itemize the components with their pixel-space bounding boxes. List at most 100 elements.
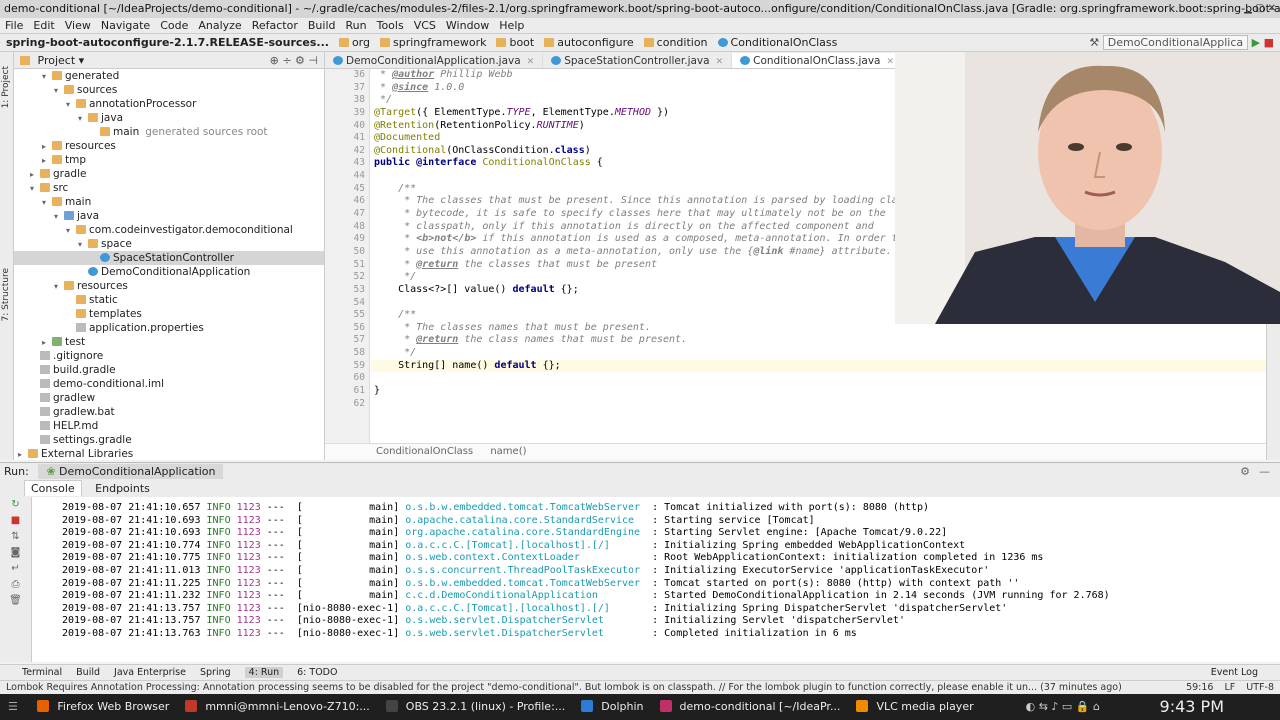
tree-item[interactable]: ▾ sources — [14, 83, 324, 97]
tree-item[interactable]: ▸ resources — [14, 139, 324, 153]
tree-item[interactable]: static — [14, 293, 324, 307]
expand-arrow-icon[interactable]: ▾ — [78, 238, 88, 252]
breadcrumb-item[interactable]: ConditionalOnClass — [717, 36, 837, 49]
tree-item[interactable]: .gitignore — [14, 349, 324, 363]
expand-arrow-icon[interactable]: ▸ — [30, 168, 40, 182]
tree-item[interactable]: application.properties — [14, 321, 324, 335]
menu-item-tools[interactable]: Tools — [372, 19, 409, 32]
menu-item-refactor[interactable]: Refactor — [247, 19, 303, 32]
tree-item[interactable]: ▾ space — [14, 237, 324, 251]
run-toolbar[interactable]: ⚒ DemoConditionalApplica ▶ ■ — [1089, 34, 1274, 51]
tree-item[interactable]: ▾ annotationProcessor — [14, 97, 324, 111]
tree-item[interactable]: main generated sources root — [14, 125, 324, 139]
code-line[interactable] — [371, 398, 1280, 411]
status-message[interactable]: Lombok Requires Annotation Processing: A… — [6, 682, 1122, 693]
run-config-tab[interactable]: ❀ DemoConditionalApplication — [38, 464, 224, 479]
close-icon[interactable]: ✕ — [886, 57, 894, 67]
expand-arrow-icon[interactable]: ▾ — [30, 182, 40, 196]
expand-arrow-icon[interactable]: ▸ — [18, 448, 28, 462]
expand-arrow-icon[interactable]: ▸ — [42, 154, 52, 168]
event-log-button[interactable]: Event Log — [1211, 665, 1258, 680]
hammer-icon[interactable]: ⚒ — [1089, 36, 1099, 49]
menu-item-analyze[interactable]: Analyze — [193, 19, 246, 32]
tool-window-build[interactable]: Build — [76, 667, 100, 678]
chevron-down-icon[interactable]: ▾ — [79, 54, 85, 67]
tool-window-spring[interactable]: Spring — [200, 667, 231, 678]
line-separator[interactable]: LF — [1225, 682, 1236, 693]
menu-item-navigate[interactable]: Navigate — [96, 19, 155, 32]
code-line[interactable]: * @return the class names that must be p… — [371, 334, 1280, 347]
close-icon[interactable]: ✕ — [716, 57, 724, 67]
tree-item[interactable]: settings.gradle — [14, 433, 324, 447]
tree-item[interactable]: SpaceStationController — [14, 251, 324, 265]
breadcrumb-item[interactable]: boot — [496, 36, 534, 49]
code-line[interactable]: } — [371, 385, 1280, 398]
taskbar-item[interactable]: Firefox Web Browser — [29, 694, 177, 720]
editor-tab[interactable]: DemoConditionalApplication.java ✕ — [325, 53, 544, 68]
tree-item[interactable]: gradlew.bat — [14, 405, 324, 419]
camera-icon[interactable]: ◙ — [0, 545, 31, 561]
start-menu-icon[interactable]: ☰ — [0, 694, 26, 720]
tree-item[interactable]: ▸ tmp — [14, 153, 324, 167]
file-encoding[interactable]: UTF-8 — [1246, 682, 1274, 693]
tool-window-6-todo[interactable]: 6: TODO — [297, 667, 337, 678]
close-icon[interactable]: ✕ — [527, 57, 535, 67]
expand-arrow-icon[interactable]: ▾ — [66, 224, 76, 238]
tab-endpoints[interactable]: Endpoints — [95, 482, 150, 495]
tree-item[interactable]: ▾ com.codeinvestigator.democonditional — [14, 223, 324, 237]
code-line[interactable]: String[] name() default {}; — [371, 359, 1280, 373]
trash-icon[interactable]: 🗑 — [0, 593, 31, 609]
expand-arrow-icon[interactable]: ▾ — [54, 210, 64, 224]
menu-item-run[interactable]: Run — [341, 19, 372, 32]
expand-arrow-icon[interactable]: ▾ — [54, 84, 64, 98]
menu-item-view[interactable]: View — [60, 19, 96, 32]
clock[interactable]: 9:43 PM — [1160, 694, 1224, 720]
taskbar-item[interactable]: demo-conditional [~/IdeaPr... — [652, 694, 849, 720]
panel-tools[interactable]: ⊕ ÷ ⚙ ⊣ — [270, 52, 318, 69]
caret-position[interactable]: 59:16 — [1186, 682, 1213, 693]
tree-item[interactable]: demo-conditional.iml — [14, 377, 324, 391]
expand-arrow-icon[interactable]: ▾ — [42, 70, 52, 84]
menu-item-edit[interactable]: Edit — [28, 19, 59, 32]
tree-item[interactable]: ▸ gradle — [14, 167, 324, 181]
expand-arrow-icon[interactable]: ▾ — [78, 112, 88, 126]
code-line[interactable]: */ — [371, 347, 1280, 360]
tree-item[interactable]: ▸ External Libraries — [14, 447, 324, 461]
menu-item-file[interactable]: File — [0, 19, 28, 32]
code-line[interactable] — [371, 372, 1280, 385]
stop-icon[interactable]: ■ — [1264, 36, 1274, 49]
menu-item-code[interactable]: Code — [155, 19, 193, 32]
tool-window-terminal[interactable]: Terminal — [22, 667, 62, 678]
menu-item-window[interactable]: Window — [441, 19, 494, 32]
project-panel-title[interactable]: Project — [38, 54, 76, 67]
menu-item-help[interactable]: Help — [494, 19, 529, 32]
system-tray[interactable]: ◐ ⇆ ♪ ▭ 🔒 ⌂ — [1026, 694, 1100, 720]
expand-arrow-icon[interactable]: ▸ — [42, 336, 52, 350]
rerun-icon[interactable]: ↻ — [0, 497, 31, 513]
tree-item[interactable]: gradlew — [14, 391, 324, 405]
taskbar-item[interactable]: OBS 23.2.1 (linux) - Profile:... — [378, 694, 573, 720]
run-icon[interactable]: ▶ — [1252, 36, 1260, 49]
menu-item-build[interactable]: Build — [303, 19, 341, 32]
breadcrumb-item[interactable]: spring-boot-autoconfigure-2.1.7.RELEASE-… — [6, 36, 329, 49]
console-output[interactable]: 2019-08-07 21:41:10.657 INFO 1123 --- [ … — [32, 497, 1280, 662]
editor-crumb-class[interactable]: ConditionalOnClass — [376, 446, 473, 457]
tree-item[interactable]: templates — [14, 307, 324, 321]
print-icon[interactable]: ⎙ — [0, 577, 31, 593]
project-tool-tab[interactable]: 1: Project — [1, 66, 11, 108]
run-config-select[interactable]: DemoConditionalApplica — [1102, 35, 1249, 50]
tree-item[interactable]: ▸ test — [14, 335, 324, 349]
tree-item[interactable]: ▾ main — [14, 195, 324, 209]
editor-tab[interactable]: SpaceStationController.java ✕ — [543, 53, 733, 68]
breadcrumb-item[interactable]: org — [338, 36, 370, 49]
editor-crumb-method[interactable]: name() — [490, 446, 526, 457]
soft-wrap-icon[interactable]: ↵ — [0, 561, 31, 577]
minimize-icon[interactable]: — — [1259, 463, 1270, 480]
expand-arrow-icon[interactable]: ▾ — [42, 196, 52, 210]
window-controls[interactable]: ▁ ▢ ✕ — [1244, 0, 1276, 18]
tab-console[interactable]: Console — [24, 480, 82, 496]
breadcrumb-item[interactable]: springframework — [379, 36, 486, 49]
tree-item[interactable]: ▾ generated — [14, 69, 324, 83]
tree-item[interactable]: ▾ java — [14, 209, 324, 223]
tree-item[interactable]: ▾ java — [14, 111, 324, 125]
